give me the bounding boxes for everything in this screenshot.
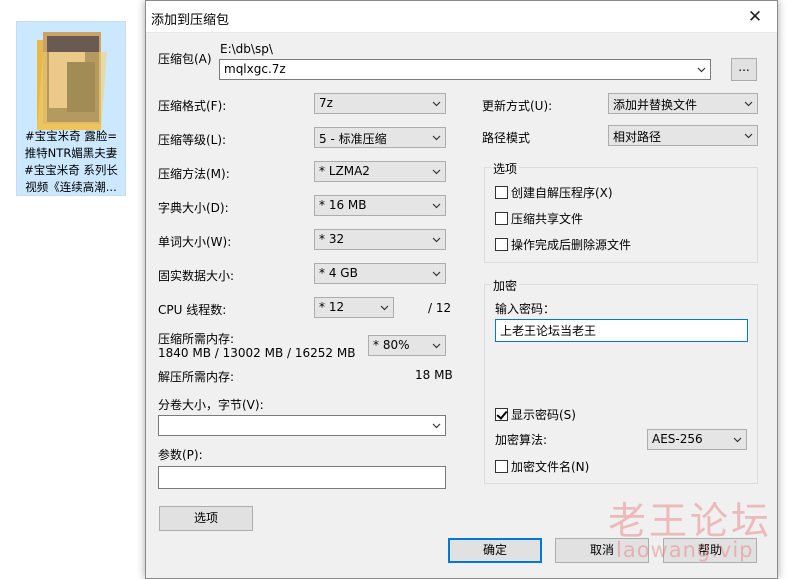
pathmode-label: 路径模式	[482, 131, 531, 145]
watermark-text: 老王论坛	[608, 499, 773, 543]
encrypt-names-checkbox[interactable]: 加密文件名(N)	[495, 458, 589, 475]
title-bar: 添加到压缩包 ✕	[146, 1, 777, 33]
chevron-down-icon	[432, 101, 441, 107]
chevron-down-icon	[432, 169, 441, 175]
delete-checkbox[interactable]: 操作完成后删除源文件	[495, 236, 631, 253]
threads-label: CPU 线程数:	[158, 303, 227, 317]
level-combo[interactable]: 5 - 标准压缩	[314, 127, 446, 148]
pathmode-combo[interactable]: 相对路径	[608, 125, 758, 146]
encrypt-method-combo[interactable]: AES-256	[647, 429, 747, 450]
threads-combo[interactable]: * 12	[314, 297, 394, 318]
encrypt-names-label: 加密文件名(N)	[511, 460, 590, 474]
method-value: * LZMA2	[319, 164, 370, 178]
folder-thumbnail-icon	[37, 32, 107, 130]
encrypt-method-value: AES-256	[652, 432, 703, 446]
level-label: 压缩等级(L):	[158, 133, 227, 147]
level-value: 5 - 标准压缩	[319, 132, 387, 146]
update-value: 添加并替换文件	[613, 98, 698, 112]
mem-percent-value: * 80%	[373, 338, 410, 352]
chevron-down-icon	[432, 271, 441, 277]
file-name-caption: #宝宝米奇 露脸= 推特NTR媚黑夫妻 #宝宝米奇 系列长 视频《连续高潮...	[24, 129, 118, 194]
archive-name-combo[interactable]: mqlxgc.7z	[219, 59, 711, 80]
browse-button[interactable]: ...	[731, 58, 757, 81]
options-button[interactable]: 选项	[159, 506, 253, 531]
update-combo[interactable]: 添加并替换文件	[608, 93, 758, 114]
threads-value: * 12	[319, 300, 345, 314]
checkbox-box	[495, 238, 508, 251]
archive-label: 压缩包(A)	[158, 52, 212, 66]
format-value: 7z	[319, 96, 333, 110]
checkbox-box	[495, 212, 508, 225]
format-label: 压缩格式(F):	[158, 99, 227, 113]
chevron-down-icon	[733, 437, 742, 443]
options-group: 选项 创建自解压程序(X) 压缩共享文件 操作完成后删除源文件	[484, 160, 758, 263]
delete-label: 操作完成后删除源文件	[511, 238, 632, 252]
encrypt-method-label: 加密算法:	[495, 433, 548, 447]
method-combo[interactable]: * LZMA2	[314, 161, 446, 182]
show-password-checkbox[interactable]: 显示密码(S)	[495, 406, 576, 423]
mem-compress-detail: 1840 MB / 13002 MB / 16252 MB	[158, 346, 356, 360]
password-input[interactable]: 上老王论坛当老王	[495, 319, 748, 342]
shared-label: 压缩共享文件	[511, 212, 584, 226]
word-combo[interactable]: * 32	[314, 229, 446, 250]
shared-checkbox[interactable]: 压缩共享文件	[495, 210, 583, 227]
solid-label: 固实数据大小:	[158, 269, 235, 283]
dict-combo[interactable]: * 16 MB	[314, 195, 446, 216]
options-group-title: 选项	[491, 160, 520, 177]
pathmode-value: 相对路径	[613, 130, 662, 144]
solid-combo[interactable]: * 4 GB	[314, 263, 446, 284]
chevron-down-icon	[432, 423, 441, 429]
chevron-down-icon	[697, 67, 706, 73]
archive-path: E:\db\sp\	[220, 42, 273, 56]
checkbox-box	[495, 460, 508, 473]
mem-percent-combo[interactable]: * 80%	[368, 335, 446, 356]
archive-name-value: mqlxgc.7z	[224, 62, 286, 76]
chevron-down-icon	[380, 305, 389, 311]
archive-file-tile[interactable]: #宝宝米奇 露脸= 推特NTR媚黑夫妻 #宝宝米奇 系列长 视频《连续高潮...	[16, 21, 126, 196]
chevron-down-icon	[432, 237, 441, 243]
checkbox-checked	[495, 408, 508, 421]
solid-value: * 4 GB	[319, 266, 358, 280]
chevron-down-icon	[744, 133, 753, 139]
password-label: 输入密码：	[495, 302, 556, 316]
dict-label: 字典大小(D):	[158, 201, 229, 215]
dict-value: * 16 MB	[319, 198, 367, 212]
watermark-url: laowang.vip	[616, 538, 754, 562]
update-label: 更新方式(U):	[482, 99, 553, 113]
volume-label: 分卷大小，字节(V):	[158, 398, 264, 412]
encryption-group: 加密 输入密码： 上老王论坛当老王 显示密码(S) 加密算法: AES-256 …	[484, 277, 758, 484]
params-input[interactable]	[158, 466, 446, 489]
word-value: * 32	[319, 232, 345, 246]
dialog-title: 添加到压缩包	[151, 13, 230, 28]
chevron-down-icon	[432, 135, 441, 141]
chevron-down-icon	[432, 343, 441, 349]
threads-max: / 12	[428, 301, 452, 315]
show-password-label: 显示密码(S)	[511, 408, 576, 422]
encryption-group-title: 加密	[491, 277, 520, 294]
ok-button[interactable]: 确定	[448, 538, 542, 563]
chevron-down-icon	[744, 101, 753, 107]
sfx-label: 创建自解压程序(X)	[511, 186, 613, 200]
chevron-down-icon	[432, 203, 441, 209]
sfx-checkbox[interactable]: 创建自解压程序(X)	[495, 184, 613, 201]
close-icon[interactable]: ✕	[739, 3, 771, 31]
word-label: 单词大小(W):	[158, 235, 232, 249]
window-edge	[778, 0, 796, 579]
mem-decompress-label: 解压所需内存:	[158, 370, 235, 384]
method-label: 压缩方法(M):	[158, 167, 230, 181]
volume-combo[interactable]	[158, 415, 446, 436]
mem-decompress-value: 18 MB	[415, 368, 453, 382]
mem-compress-label: 压缩所需内存:	[158, 332, 235, 346]
checkbox-box	[495, 186, 508, 199]
params-label: 参数(P):	[158, 448, 203, 462]
format-combo[interactable]: 7z	[314, 93, 446, 114]
